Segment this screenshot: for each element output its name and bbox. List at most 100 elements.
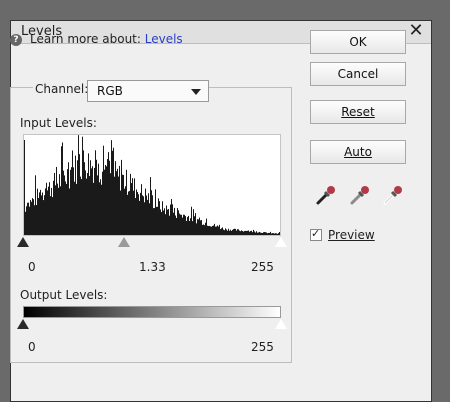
histogram-bar	[228, 228, 229, 235]
input-slider-track[interactable]	[17, 236, 288, 250]
histogram-bar	[266, 232, 267, 235]
cancel-button[interactable]: Cancel	[310, 62, 406, 86]
histogram-bar	[173, 212, 174, 235]
histogram-bar	[264, 232, 265, 235]
input-gray-value[interactable]: 1.33	[139, 260, 166, 274]
histogram-bar	[199, 217, 200, 235]
output-black-slider[interactable]	[17, 319, 29, 329]
histogram-bar	[247, 230, 248, 235]
input-black-slider[interactable]	[17, 237, 29, 247]
histogram-bar	[83, 150, 84, 235]
histogram-bar	[155, 189, 156, 235]
auto-button[interactable]: Auto	[310, 140, 406, 164]
white-point-eyedropper-icon[interactable]	[382, 184, 404, 206]
histogram-bar	[143, 196, 144, 235]
histogram-bar	[94, 167, 95, 235]
histogram-bar	[261, 232, 262, 235]
histogram-bar	[160, 209, 161, 235]
histogram-bar	[240, 231, 241, 235]
output-white-value[interactable]: 255	[251, 340, 274, 354]
ok-button[interactable]: OK	[310, 30, 406, 54]
histogram-bar	[68, 162, 69, 235]
histogram-bar	[42, 192, 43, 235]
histogram-bar	[44, 195, 45, 235]
histogram-bar	[34, 205, 35, 235]
histogram-bar	[170, 204, 171, 235]
histogram-bar	[106, 166, 107, 235]
histogram-bar	[60, 186, 61, 235]
histogram-bar	[26, 206, 27, 235]
histogram-bar	[102, 171, 103, 235]
histogram-bar	[215, 226, 216, 235]
histogram-bar	[78, 135, 79, 235]
histogram-bar	[107, 159, 108, 235]
black-point-eyedropper-icon[interactable]	[315, 184, 337, 206]
histogram-bar	[179, 213, 180, 235]
histogram-bar	[103, 145, 104, 235]
close-icon[interactable]: ✕	[407, 22, 425, 40]
histogram-bar	[58, 187, 59, 235]
histogram-bar	[132, 178, 133, 235]
learn-more-prefix: Learn more about:	[30, 32, 141, 46]
histogram-bar	[259, 231, 260, 235]
histogram-bar	[171, 198, 172, 235]
histogram-bar	[255, 232, 256, 235]
input-white-slider[interactable]	[274, 236, 288, 248]
histogram-bar	[62, 142, 63, 235]
histogram-bar	[98, 163, 99, 235]
output-slider-track[interactable]	[17, 318, 288, 332]
gray-point-eyedropper-icon[interactable]	[349, 184, 371, 206]
histogram-bar	[50, 196, 51, 235]
question-circle-icon[interactable]: ?	[10, 34, 22, 46]
histogram-bar	[27, 202, 28, 235]
histogram-bar	[166, 205, 167, 235]
histogram-bar	[32, 198, 33, 235]
histogram-bar	[197, 219, 198, 235]
histogram-bar	[172, 204, 173, 235]
histogram-bar	[210, 226, 211, 235]
histogram-bar	[216, 226, 217, 235]
histogram-bars	[24, 135, 280, 235]
histogram-bar	[126, 169, 127, 235]
learn-more-link[interactable]: Levels	[145, 32, 183, 46]
histogram-bar	[198, 219, 199, 235]
histogram-bar	[90, 160, 91, 235]
histogram-bar	[245, 230, 246, 235]
histogram-bar	[265, 232, 266, 235]
histogram-bar	[138, 194, 139, 235]
histogram-bar	[99, 182, 100, 235]
histogram-bar	[263, 232, 264, 235]
preview-checkbox[interactable]: ✓	[310, 227, 322, 241]
input-black-value[interactable]: 0	[28, 260, 36, 274]
histogram-bar	[244, 231, 245, 235]
histogram-bar	[203, 224, 204, 235]
histogram-bar	[133, 190, 134, 235]
input-gray-slider[interactable]	[118, 237, 130, 247]
input-white-value[interactable]: 255	[251, 260, 274, 274]
histogram-bar	[163, 210, 164, 235]
output-white-slider[interactable]	[274, 318, 288, 330]
histogram-bar	[174, 207, 175, 235]
histogram-bar	[262, 233, 263, 235]
preview-label[interactable]: Preview	[328, 228, 375, 242]
histogram-bar	[253, 229, 254, 235]
histogram-bar	[230, 229, 231, 235]
histogram-bar	[243, 231, 244, 235]
histogram-bar	[88, 153, 89, 235]
histogram-bar	[232, 229, 233, 235]
histogram-bar	[75, 155, 76, 235]
histogram-bar	[93, 182, 94, 235]
histogram-bar	[175, 215, 176, 235]
histogram-bar	[30, 199, 31, 235]
histogram-bar	[270, 231, 271, 235]
reset-button[interactable]: Reset	[310, 100, 406, 124]
histogram-bar	[235, 228, 236, 235]
output-gradient-bar	[23, 306, 281, 318]
histogram-bar	[181, 214, 182, 235]
channel-select[interactable]: RGB	[87, 80, 209, 102]
histogram-bar	[127, 194, 128, 235]
output-black-value[interactable]: 0	[28, 340, 36, 354]
histogram-bar	[192, 221, 193, 235]
histogram-bar	[206, 218, 207, 235]
histogram-bar	[144, 202, 145, 235]
